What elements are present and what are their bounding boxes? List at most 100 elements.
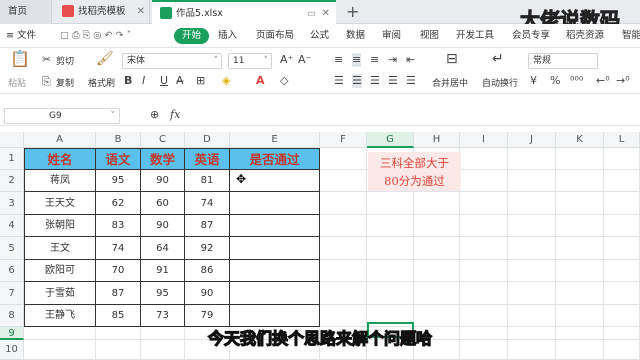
align-center-icon[interactable]: ☰ xyxy=(352,74,362,88)
cell-A1[interactable]: 姓名 xyxy=(24,148,96,170)
cell-E3[interactable] xyxy=(230,192,320,215)
cell-J4[interactable] xyxy=(508,215,556,237)
cell-E6[interactable] xyxy=(230,260,320,282)
decrease-font-icon[interactable]: A⁻ xyxy=(298,53,311,67)
decimal-decrease-icon[interactable]: →⁰ xyxy=(616,74,630,88)
cell-L6[interactable] xyxy=(604,260,640,282)
cell-F5[interactable] xyxy=(320,237,367,260)
menu-formulas[interactable]: 公式 xyxy=(310,24,329,48)
row-header-3[interactable]: 3 xyxy=(0,192,24,215)
cell-B5[interactable]: 74 xyxy=(96,237,141,260)
menu-view[interactable]: 视图 xyxy=(420,24,439,48)
cell-E1[interactable]: 是否通过 xyxy=(230,148,320,170)
cell-C3[interactable]: 60 xyxy=(141,192,185,215)
col-header-C[interactable]: C xyxy=(141,132,185,148)
cell-I4[interactable] xyxy=(460,215,508,237)
cell-C4[interactable]: 90 xyxy=(141,215,185,237)
menu-data[interactable]: 数据 xyxy=(346,24,365,48)
clear-format-icon[interactable]: ◇ xyxy=(280,74,288,88)
cell-E5[interactable] xyxy=(230,237,320,260)
cell-J7[interactable] xyxy=(508,282,556,305)
cell-C5[interactable]: 64 xyxy=(141,237,185,260)
wrap-text-button[interactable]: 自动换行 xyxy=(482,76,518,89)
col-header-F[interactable]: F xyxy=(320,132,367,148)
menu-home[interactable]: 开始 xyxy=(174,28,210,44)
formula-input[interactable] xyxy=(196,110,636,124)
fill-color-icon[interactable]: ◈ xyxy=(222,74,230,88)
row-header-5[interactable]: 5 xyxy=(0,237,24,260)
copy-icon[interactable]: ⎘ xyxy=(42,75,51,89)
cell-I5[interactable] xyxy=(460,237,508,260)
cell-E7[interactable] xyxy=(230,282,320,305)
cell-B2[interactable]: 95 xyxy=(96,170,141,192)
percent-icon[interactable]: % xyxy=(550,74,560,88)
scissors-icon[interactable]: ✂ xyxy=(42,53,51,67)
cell-I1[interactable] xyxy=(460,148,508,170)
name-box[interactable]: G9 ˅ xyxy=(4,108,120,124)
cell-L5[interactable] xyxy=(604,237,640,260)
cell-D7[interactable]: 90 xyxy=(185,282,230,305)
cell-A7[interactable]: 于雪茹 xyxy=(24,282,96,305)
col-header-K[interactable]: K xyxy=(556,132,604,148)
outdent-icon[interactable]: ⇤ xyxy=(406,53,415,67)
cell-L7[interactable] xyxy=(604,282,640,305)
cell-I2[interactable] xyxy=(460,170,508,192)
paste-icon[interactable]: 📋 xyxy=(10,51,30,67)
cell-A5[interactable]: 王文 xyxy=(24,237,96,260)
bold-icon[interactable]: B xyxy=(124,74,132,88)
cell-F2[interactable] xyxy=(320,170,367,192)
cell-B4[interactable]: 83 xyxy=(96,215,141,237)
col-header-A[interactable]: A xyxy=(24,132,96,148)
cell-G5[interactable] xyxy=(367,237,414,260)
tab-document[interactable]: 作品5.xlsx ▭ ✕ xyxy=(152,0,336,24)
col-header-E[interactable]: E xyxy=(230,132,320,148)
menu-file[interactable]: ≡ 文件 xyxy=(6,24,36,48)
font-size-select[interactable]: 11 ˅ xyxy=(228,53,272,69)
cell-F4[interactable] xyxy=(320,215,367,237)
menu-review[interactable]: 审阅 xyxy=(382,24,401,48)
cell-G4[interactable] xyxy=(367,215,414,237)
cell-H5[interactable] xyxy=(414,237,460,260)
cell-H3[interactable] xyxy=(414,192,460,215)
menu-member[interactable]: 会员专享 xyxy=(512,24,550,48)
cell-C7[interactable]: 95 xyxy=(141,282,185,305)
font-color-icon[interactable]: A xyxy=(256,74,265,88)
cell-J1[interactable] xyxy=(508,148,556,170)
cell-E8[interactable] xyxy=(230,305,320,327)
cell-D6[interactable]: 86 xyxy=(185,260,230,282)
cell-C1[interactable]: 数学 xyxy=(141,148,185,170)
format-painter-icon[interactable]: 🖌 xyxy=(96,52,114,66)
wrap-text-icon[interactable]: ↵ xyxy=(492,52,504,66)
cell-C8[interactable]: 73 xyxy=(141,305,185,327)
align-left-icon[interactable]: ☰ xyxy=(334,74,344,88)
cell-H4[interactable] xyxy=(414,215,460,237)
cell-B7[interactable]: 87 xyxy=(96,282,141,305)
cell-K8[interactable] xyxy=(556,305,604,327)
col-header-D[interactable]: D xyxy=(185,132,230,148)
col-header-J[interactable]: J xyxy=(508,132,556,148)
cell-F1[interactable] xyxy=(320,148,367,170)
cell-H8[interactable] xyxy=(414,305,460,327)
strikethrough-icon[interactable]: A̶ xyxy=(176,74,184,88)
cell-L8[interactable] xyxy=(604,305,640,327)
fx-icon[interactable]: fx xyxy=(170,108,180,122)
cell-I8[interactable] xyxy=(460,305,508,327)
cell-D4[interactable]: 87 xyxy=(185,215,230,237)
cell-K4[interactable] xyxy=(556,215,604,237)
cell-C6[interactable]: 91 xyxy=(141,260,185,282)
close-icon[interactable]: ✕ xyxy=(322,2,330,26)
col-header-B[interactable]: B xyxy=(96,132,141,148)
cell-J5[interactable] xyxy=(508,237,556,260)
cell-B6[interactable]: 70 xyxy=(96,260,141,282)
format-painter-button[interactable]: 格式刷 xyxy=(88,76,115,89)
cell-A2[interactable]: 蒋凤 xyxy=(24,170,96,192)
cell-D8[interactable]: 79 xyxy=(185,305,230,327)
cell-C2[interactable]: 90 xyxy=(141,170,185,192)
row-header-6[interactable]: 6 xyxy=(0,260,24,282)
cell-A6[interactable]: 欧阳可 xyxy=(24,260,96,282)
tab-templates[interactable]: 找稻壳模板 ✕ xyxy=(54,0,150,24)
cell-G3[interactable] xyxy=(367,192,414,215)
cell-J6[interactable] xyxy=(508,260,556,282)
justify-icon[interactable]: ☰ xyxy=(388,74,398,88)
cell-F7[interactable] xyxy=(320,282,367,305)
